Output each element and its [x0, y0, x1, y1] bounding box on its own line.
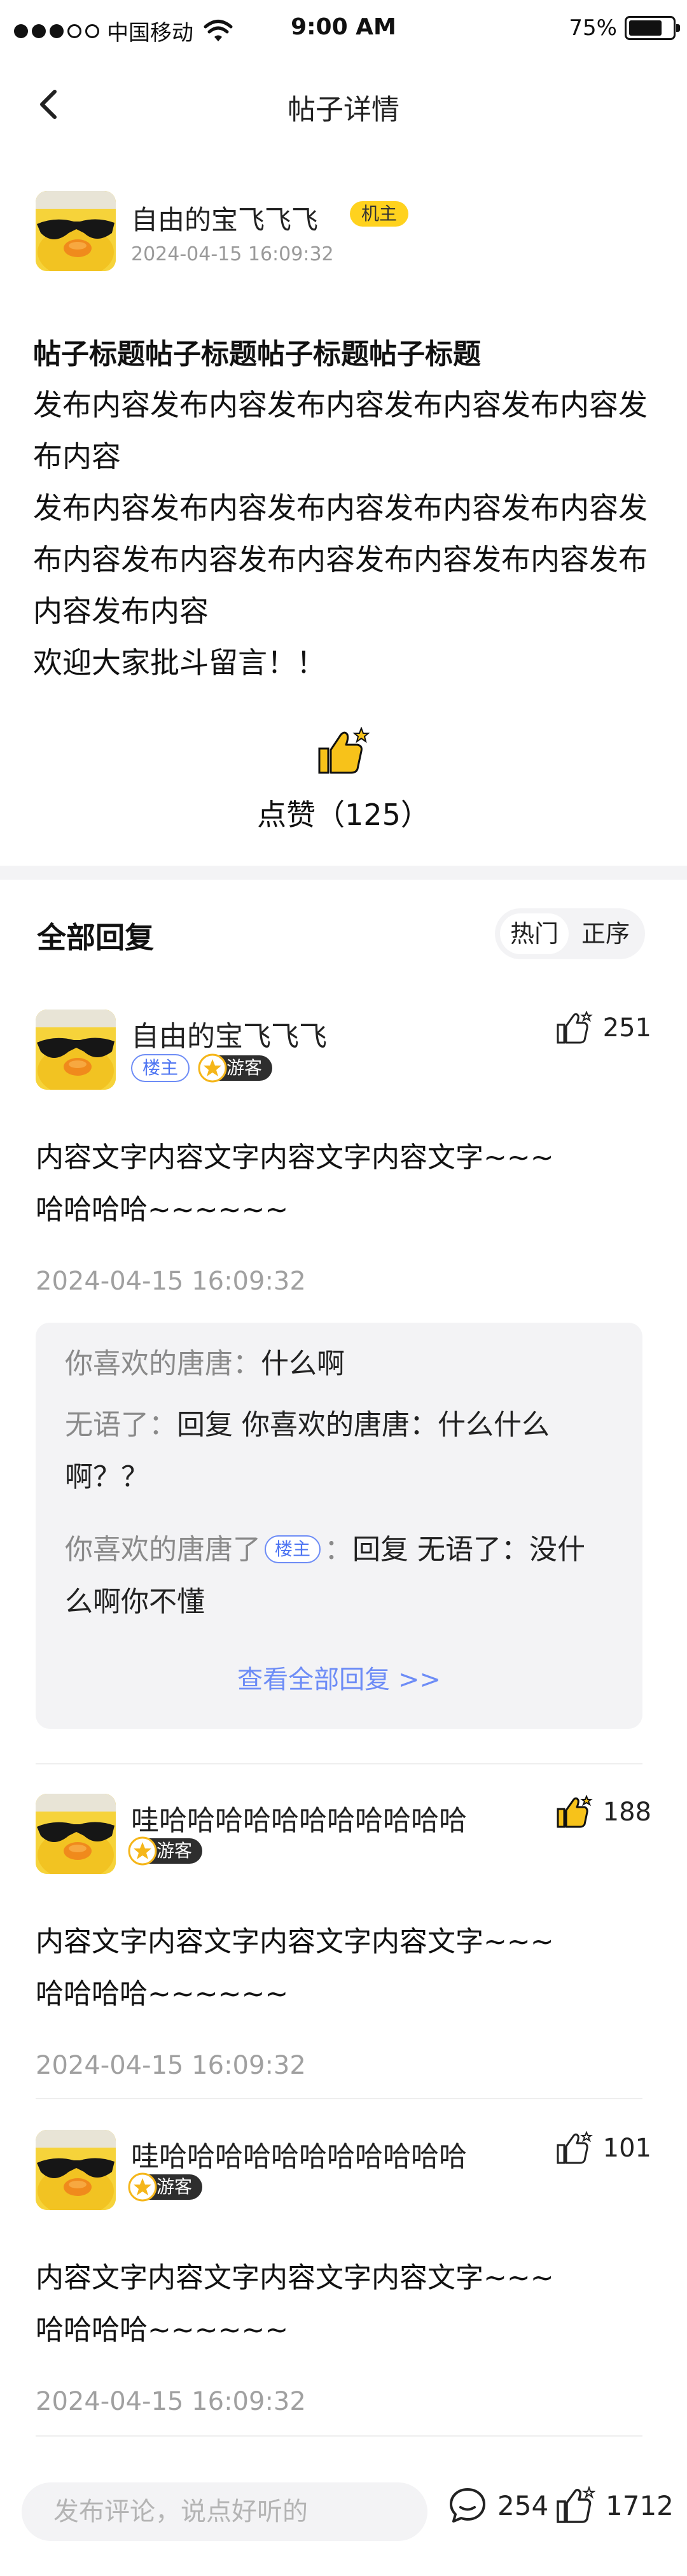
star-badge-icon — [198, 1053, 227, 1083]
status-bar: 中国移动 9:00 AM 75% — [0, 0, 687, 61]
avatar[interactable] — [36, 1010, 116, 1090]
post-like-button[interactable]: 点赞（125） — [0, 727, 687, 834]
thumbs-up-outline-icon — [557, 2131, 593, 2164]
avatar[interactable] — [36, 2130, 116, 2210]
commenter-badges: 楼主 游客 — [131, 1053, 273, 1083]
replies-title: 全部回复 — [37, 920, 154, 955]
sub-reply[interactable]: 无语了：回复 你喜欢的唐唐：什么什么啊？？ — [65, 1399, 612, 1503]
see-all-replies-link[interactable]: 查看全部回复 >> — [36, 1659, 642, 1696]
owner-tag: 机主 — [350, 201, 409, 227]
badge-louzhu: 楼主 — [131, 1054, 190, 1082]
sort-toggle: 热门 正序 — [495, 908, 645, 959]
badge-guest-label: 游客 — [156, 2176, 193, 2197]
battery-percent: 75% — [569, 15, 617, 41]
comment-divider — [36, 2098, 642, 2099]
post-time: 2024-04-15 16:09:32 — [131, 243, 334, 265]
commenter-name[interactable]: 自由的宝飞飞飞 — [131, 1013, 327, 1054]
avatar[interactable] — [36, 1794, 116, 1874]
comment-count: 254 — [497, 2489, 549, 2521]
comment-divider — [36, 1763, 642, 1764]
comment-count-button[interactable]: 254 — [448, 2486, 548, 2524]
comment-like-count: 251 — [602, 1013, 651, 1043]
like-count: 1712 — [606, 2489, 674, 2521]
section-divider — [0, 866, 687, 880]
thumbs-up-sparkle-icon — [318, 727, 370, 774]
nav-bar: 帖子详情 — [0, 61, 687, 150]
sub-reply-text: 什么啊 — [261, 1348, 345, 1380]
duck-avatar-icon — [36, 191, 116, 271]
comment-input[interactable]: 发布评论，说点好听的 — [22, 2482, 427, 2541]
post-body: 发布内容发布内容发布内容发布内容发布内容发布内容 发布内容发布内容发布内容发布内… — [33, 388, 648, 680]
sort-order-button[interactable]: 正序 — [571, 913, 640, 954]
author-name[interactable]: 自由的宝飞飞飞 — [131, 199, 318, 237]
badge-guest: 游客 — [198, 1053, 273, 1083]
comment-time: 2024-04-15 16:09:32 — [36, 1267, 306, 1296]
comment-like-count: 188 — [602, 1798, 651, 1827]
sub-reply-separator: ： — [324, 1533, 353, 1566]
chat-bubble-icon — [450, 2488, 485, 2523]
sub-reply[interactable]: 你喜欢的唐唐：什么啊 — [65, 1338, 612, 1390]
thumbs-up-filled-icon — [557, 1795, 593, 1828]
post-like-count: 点赞（125） — [257, 798, 430, 832]
commenter-name[interactable]: 哇哈哈哈哈哈哈哈哈哈哈哈 — [131, 2134, 467, 2174]
comment-like-button[interactable]: 251 — [556, 1011, 651, 1045]
duck-avatar-icon — [36, 1794, 116, 1874]
thumbs-up-outline-icon — [557, 2486, 595, 2523]
sub-reply-author: 你喜欢的唐唐： — [65, 1348, 261, 1380]
comment-text: 内容文字内容文字内容文字内容文字~~~ 哈哈哈哈~~~~~~ — [36, 1141, 554, 1226]
sub-replies-box: 你喜欢的唐唐：什么啊 无语了：回复 你喜欢的唐唐：什么什么啊？？ 你喜欢的唐唐了… — [36, 1323, 642, 1729]
badge-guest: 游客 — [128, 1836, 203, 1866]
battery-status: 75% — [569, 15, 680, 41]
comment-divider — [36, 2435, 642, 2437]
avatar[interactable] — [36, 191, 116, 271]
sub-reply-author: 无语了： — [65, 1409, 177, 1441]
battery-level — [629, 20, 662, 36]
bottom-action-bar: 发布评论，说点好听的 254 1712 — [0, 2467, 687, 2576]
duck-avatar-icon — [36, 1010, 116, 1090]
badge-guest-label: 游客 — [156, 1840, 193, 1861]
comment-text: 内容文字内容文字内容文字内容文字~~~ 哈哈哈哈~~~~~~ — [36, 2262, 554, 2346]
commenter-name[interactable]: 哇哈哈哈哈哈哈哈哈哈哈哈 — [131, 1798, 467, 1838]
post-author: 自由的宝飞飞飞 机主 2024-04-15 16:09:32 — [36, 191, 659, 274]
badge-louzhu: 楼主 — [265, 1535, 321, 1563]
sub-reply[interactable]: 你喜欢的唐唐了 楼主 ：回复 无语了：没什么啊你不懂 — [65, 1524, 612, 1628]
sort-hot-button[interactable]: 热门 — [500, 913, 569, 954]
comment-time: 2024-04-15 16:09:32 — [36, 2387, 306, 2416]
badge-guest: 游客 — [128, 2172, 203, 2202]
comment-like-count: 101 — [602, 2134, 651, 2163]
star-badge-icon — [128, 1836, 157, 1866]
star-badge-icon — [128, 2172, 157, 2202]
comment-time: 2024-04-15 16:09:32 — [36, 2051, 306, 2080]
battery-icon — [625, 16, 680, 40]
commenter-badges: 游客 — [128, 2172, 203, 2202]
duck-avatar-icon — [36, 2130, 116, 2210]
commenter-badges: 游客 — [128, 1836, 203, 1866]
post-title: 帖子标题帖子标题帖子标题帖子标题 — [33, 338, 481, 370]
thumbs-up-outline-icon — [557, 1011, 593, 1044]
comment-text: 内容文字内容文字内容文字内容文字~~~ 哈哈哈哈~~~~~~ — [36, 1925, 554, 2010]
badge-guest-label: 游客 — [226, 1057, 263, 1078]
post-like-bottom-button[interactable]: 1712 — [556, 2486, 674, 2524]
page-title: 帖子详情 — [288, 94, 399, 126]
comment-like-button[interactable]: 188 — [556, 1795, 651, 1829]
comment-like-button[interactable]: 101 — [556, 2131, 651, 2165]
sub-reply-author: 你喜欢的唐唐了 — [65, 1533, 261, 1566]
